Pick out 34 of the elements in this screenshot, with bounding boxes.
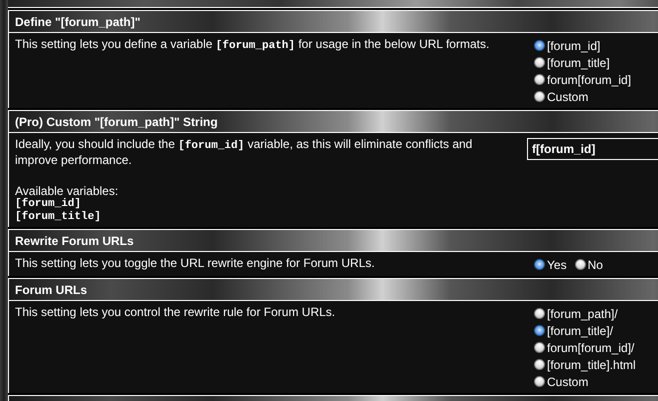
radio-button[interactable] — [534, 40, 545, 51]
option-label: [forum_title]/ — [547, 322, 614, 340]
option-label: [forum_title] — [547, 54, 610, 72]
section-header: Rewrite Forum URLs — [8, 229, 658, 252]
option-label: forum[forum_id]/ — [547, 340, 634, 356]
radio-button[interactable] — [574, 259, 586, 270]
option-label: Custom — [547, 88, 588, 106]
section-header: Forum URLs — [8, 278, 658, 301]
variable-name: [forum_title] — [15, 211, 101, 224]
radio-button[interactable] — [534, 359, 545, 370]
variables-label: Available variables: — [15, 184, 120, 198]
option-label: No — [588, 256, 603, 274]
radio-button[interactable] — [534, 91, 545, 102]
section-header: Define "[forum_path]" — [8, 10, 658, 33]
text-field[interactable]: f[forum_id] — [527, 138, 658, 160]
setting-description: This setting lets you toggle the URL rewrite engine for Forum URLs. — [15, 256, 376, 270]
option-label: [forum_title].html — [547, 356, 636, 374]
radio-button[interactable] — [534, 259, 545, 270]
radio-button[interactable] — [534, 342, 545, 353]
option-label: [forum_path]/ — [547, 306, 618, 322]
setting-description: This setting lets you define a variable [forum_path] for usage in the below URL formats. — [15, 37, 490, 53]
variable-name: [forum_id] — [15, 198, 82, 210]
option-label: Custom — [547, 374, 588, 390]
radio-button[interactable] — [534, 57, 545, 68]
radio-button[interactable] — [534, 74, 545, 85]
radio-button[interactable] — [534, 325, 545, 336]
radio-button[interactable] — [534, 308, 545, 319]
setting-description: Ideally, you should include the [forum_id] variable, as this will eliminate conflicts and improve performance. — [15, 137, 474, 167]
setting-description: This setting lets you control the rewrite rule for Forum URLs. — [15, 305, 336, 319]
option-label: Yes — [547, 256, 567, 274]
option-label: [forum_id] — [547, 38, 600, 54]
radio-button[interactable] — [534, 376, 545, 387]
section-header: (Pro) Custom "[forum_path]" String — [8, 110, 658, 133]
option-label: forum[forum_id] — [547, 72, 632, 88]
